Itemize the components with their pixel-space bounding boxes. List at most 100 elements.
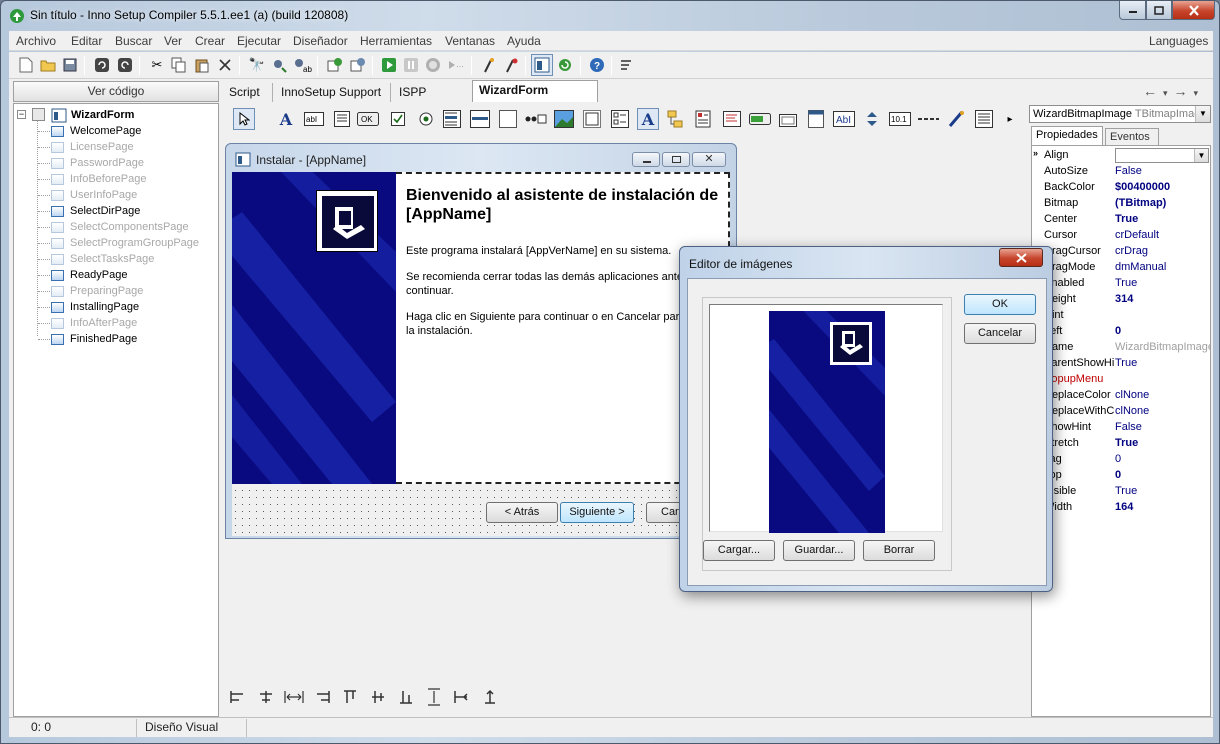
tab-ispp-support[interactable]: ISPP Support <box>393 83 473 117</box>
wizard-run-icon[interactable] <box>502 56 520 74</box>
bevel-tool-icon[interactable] <box>581 108 603 130</box>
folder-treeview-tool-icon[interactable] <box>665 108 687 130</box>
property-row[interactable]: ReplaceColor clNone <box>1032 388 1210 404</box>
property-value[interactable]: False <box>1115 420 1210 435</box>
new-progressbar-tool-icon[interactable] <box>749 108 771 130</box>
property-value[interactable]: 0 <box>1115 468 1210 483</box>
stop-icon[interactable] <box>424 56 442 74</box>
button-tool-icon[interactable]: OK <box>357 108 379 130</box>
property-value[interactable]: dmManual <box>1115 260 1210 275</box>
find-icon[interactable]: 🔭 <box>248 56 266 74</box>
property-row[interactable]: Cursor crDefault <box>1032 228 1210 244</box>
tree-item[interactable]: SelectComponentsPage <box>51 219 189 235</box>
same-width-icon[interactable] <box>451 688 473 706</box>
paste-icon[interactable] <box>193 56 211 74</box>
property-value[interactable]: clNone <box>1115 388 1210 403</box>
property-row[interactable]: Height 314 <box>1032 292 1210 308</box>
dialog-close-button[interactable] <box>999 248 1043 267</box>
align-bottom-icon[interactable] <box>395 688 417 706</box>
same-height-icon[interactable] <box>479 688 501 706</box>
chevron-down-icon[interactable]: ▼ <box>1195 106 1210 122</box>
menu-editar[interactable]: Editar <box>71 34 102 48</box>
property-value[interactable]: (TBitmap) <box>1115 196 1210 211</box>
checklistbox-tool-icon[interactable] <box>609 108 631 130</box>
radiobutton-tool-icon[interactable] <box>415 108 437 130</box>
property-value[interactable]: True <box>1115 484 1210 499</box>
align-left-icon[interactable] <box>227 688 249 706</box>
label-tool-icon[interactable]: A <box>275 108 297 130</box>
nav-dropdown-icon[interactable]: ▾ <box>1194 88 1205 98</box>
align-middle-v-icon[interactable] <box>367 688 389 706</box>
nav-dropdown-icon[interactable]: ▾ <box>1163 88 1174 98</box>
listbox-tool-icon[interactable] <box>441 108 463 130</box>
refresh-icon[interactable] <box>556 56 574 74</box>
nav-forward-icon[interactable]: → <box>1174 83 1194 99</box>
richedit-tool-icon[interactable] <box>721 108 743 130</box>
menu-crear[interactable]: Crear <box>195 34 225 48</box>
property-value[interactable]: True <box>1115 212 1210 227</box>
view-code-button[interactable]: Ver código <box>13 81 219 102</box>
chevron-down-icon[interactable]: ▼ <box>1194 149 1208 162</box>
property-row[interactable]: Visible True <box>1032 484 1210 500</box>
property-value[interactable]: 0 <box>1115 324 1210 339</box>
property-value[interactable]: True <box>1115 356 1210 371</box>
property-value[interactable]: True <box>1115 276 1210 291</box>
newstatictext-tool-icon[interactable]: AbI <box>833 108 855 130</box>
tab-script[interactable]: Script <box>223 83 273 102</box>
tree-item[interactable]: FinishedPage <box>51 331 137 347</box>
palette-scroll-icon[interactable]: ▸ <box>999 108 1021 130</box>
about-icon[interactable] <box>618 56 636 74</box>
align-top-icon[interactable] <box>339 688 361 706</box>
tree-root[interactable]: WizardForm <box>51 107 134 123</box>
script-tool-icon[interactable] <box>945 108 967 130</box>
wizard-back-button[interactable]: < Atrás <box>486 502 558 523</box>
property-value[interactable]: crDefault <box>1115 228 1210 243</box>
property-row[interactable]: Tag0 <box>1032 452 1210 468</box>
startmenu-folder-tool-icon[interactable] <box>693 108 715 130</box>
nav-back-icon[interactable]: ← <box>1143 83 1163 99</box>
tab-eventos[interactable]: Eventos <box>1105 128 1159 145</box>
property-row[interactable]: Hint <box>1032 308 1210 324</box>
updown-tool-icon[interactable] <box>861 108 883 130</box>
save-image-button[interactable]: Guardar... <box>783 540 855 561</box>
tab-propiedades[interactable]: Propiedades <box>1031 126 1103 145</box>
memo-tool-icon[interactable] <box>331 108 353 130</box>
tree-item[interactable]: InfoBeforePage <box>51 171 146 187</box>
property-row[interactable]: Top0 <box>1032 468 1210 484</box>
property-row[interactable]: ReplaceWithColorclNone <box>1032 404 1210 420</box>
panel-tool-icon[interactable] <box>497 108 519 130</box>
property-value[interactable]: False <box>1115 164 1210 179</box>
menu-archivo[interactable]: Archivo <box>16 34 56 48</box>
save-icon[interactable] <box>61 56 79 74</box>
new-file-icon[interactable] <box>17 56 35 74</box>
load-button[interactable]: Cargar... <box>703 540 775 561</box>
property-value[interactable]: 314 <box>1115 292 1210 307</box>
open-folder-icon[interactable] <box>39 56 57 74</box>
object-selector[interactable]: WizardBitmapImage TBitmapImage ▼ <box>1029 105 1211 123</box>
menu-ver[interactable]: Ver <box>164 34 182 48</box>
help-icon[interactable]: ? <box>588 56 606 74</box>
menu-ejecutar[interactable]: Ejecutar <box>237 34 281 48</box>
tree-item[interactable]: SelectTasksPage <box>51 251 154 267</box>
maximize-button[interactable] <box>1146 1 1172 20</box>
tree-item[interactable]: PreparingPage <box>51 283 143 299</box>
property-value[interactable]: clNone <box>1115 404 1210 419</box>
clear-button[interactable]: Borrar <box>863 540 935 561</box>
align-right-icon[interactable] <box>311 688 333 706</box>
step-icon[interactable]: ⋯ <box>446 56 464 74</box>
property-value[interactable]: 0 <box>1115 452 1210 467</box>
property-row[interactable]: ShowHint False <box>1032 420 1210 436</box>
property-value[interactable]: crDrag <box>1115 244 1210 259</box>
property-value[interactable]: 164 <box>1115 500 1210 515</box>
menu-ventanas[interactable]: Ventanas <box>445 34 495 48</box>
dialog-cancel-button[interactable]: Cancelar <box>964 323 1036 344</box>
run-icon[interactable] <box>380 56 398 74</box>
tree-item[interactable]: WelcomePage <box>51 123 141 139</box>
tab-navigation[interactable]: ←▾→▾ <box>1143 83 1213 99</box>
tree-item[interactable]: SelectProgramGroupPage <box>51 235 199 251</box>
form-tool-icon[interactable] <box>805 108 827 130</box>
property-row[interactable]: Center True <box>1032 212 1210 228</box>
compile-icon[interactable] <box>326 56 344 74</box>
numeric-tool-icon[interactable]: 10.1 <box>889 108 911 130</box>
space-equal-v-icon[interactable] <box>423 688 445 706</box>
